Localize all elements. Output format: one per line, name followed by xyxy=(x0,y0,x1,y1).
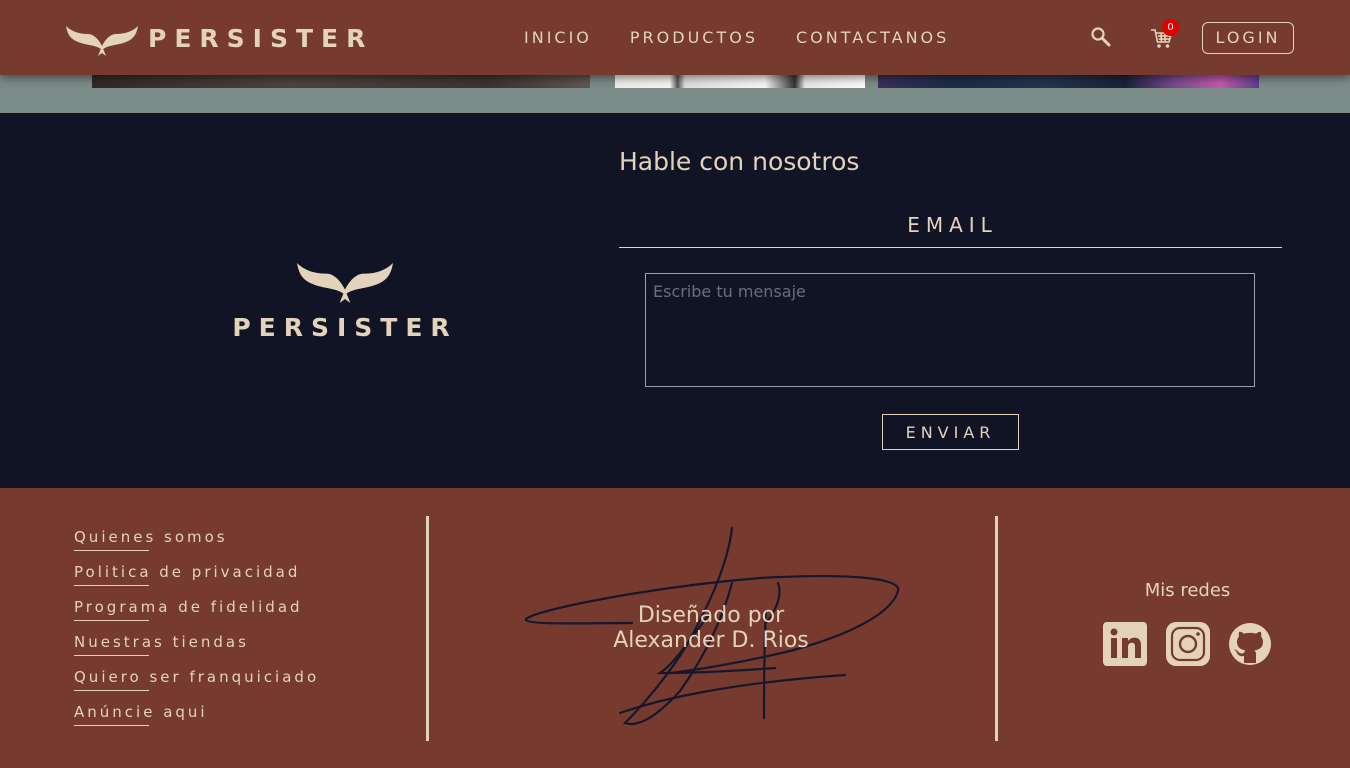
social-title: Mis redes xyxy=(1144,580,1231,601)
brand-name: PERSISTER xyxy=(148,23,374,53)
brand-logo[interactable]: PERSISTER xyxy=(66,18,373,58)
product-image[interactable] xyxy=(92,75,590,88)
nav-link-productos[interactable]: PRODUCTOS xyxy=(630,28,758,47)
footer-link-fidelidad[interactable]: Programa de fidelidad xyxy=(74,598,319,633)
search-button[interactable] xyxy=(1090,26,1112,48)
wings-icon xyxy=(66,26,138,56)
top-navbar: PERSISTER INICIO PRODUCTOS CONTACTANOS 0… xyxy=(0,0,1350,75)
wings-icon xyxy=(297,263,393,303)
instagram-link[interactable] xyxy=(1166,622,1210,666)
send-button[interactable]: ENVIAR xyxy=(882,414,1019,450)
nav-link-contactanos[interactable]: CONTACTANOS xyxy=(796,28,949,47)
github-link[interactable] xyxy=(1228,622,1272,666)
product-image[interactable] xyxy=(878,75,1259,88)
linkedin-link[interactable] xyxy=(1103,622,1147,666)
footer-link-franquiciado[interactable]: Quiero ser franquiciado xyxy=(74,668,319,703)
instagram-icon xyxy=(1166,622,1210,666)
cart-count-badge: 0 xyxy=(1162,19,1179,36)
github-icon xyxy=(1229,623,1271,665)
footer-divider-left xyxy=(426,516,429,741)
linkedin-icon xyxy=(1103,622,1147,666)
footer-link-quienes-somos[interactable]: Quienes somos xyxy=(74,528,319,563)
site-footer: Quienes somos Politica de privacidad Pro… xyxy=(0,488,1350,768)
footer-link-privacidad[interactable]: Politica de privacidad xyxy=(74,563,319,598)
footer-divider-right xyxy=(995,516,998,741)
footer-link-tiendas[interactable]: Nuestras tiendas xyxy=(74,633,319,668)
login-button[interactable]: LOGIN xyxy=(1202,22,1294,54)
message-textarea[interactable] xyxy=(645,273,1255,387)
footer-link-anuncie[interactable]: Anúncie aqui xyxy=(74,703,319,738)
email-field-wrapper xyxy=(619,205,1286,248)
main-nav: INICIO PRODUCTOS CONTACTANOS xyxy=(524,28,987,47)
contact-logo: PERSISTER xyxy=(220,255,470,342)
designer-credit: Diseñado por Alexander D. Rios xyxy=(580,603,842,653)
product-image[interactable] xyxy=(615,75,865,88)
contact-title: Hable con nosotros xyxy=(619,147,860,176)
footer-links: Quienes somos Politica de privacidad Pro… xyxy=(74,528,319,738)
product-gallery-strip xyxy=(0,75,1350,113)
credit-line-1: Diseñado por xyxy=(637,603,785,628)
contact-logo-text: PERSISTER xyxy=(232,313,458,342)
email-field[interactable] xyxy=(619,205,1286,245)
contact-section: PERSISTER Hable con nosotros ENVIAR xyxy=(0,113,1350,488)
credit-line-2: Alexander D. Rios xyxy=(613,628,809,653)
search-icon xyxy=(1091,27,1111,47)
nav-link-inicio[interactable]: INICIO xyxy=(524,28,592,47)
